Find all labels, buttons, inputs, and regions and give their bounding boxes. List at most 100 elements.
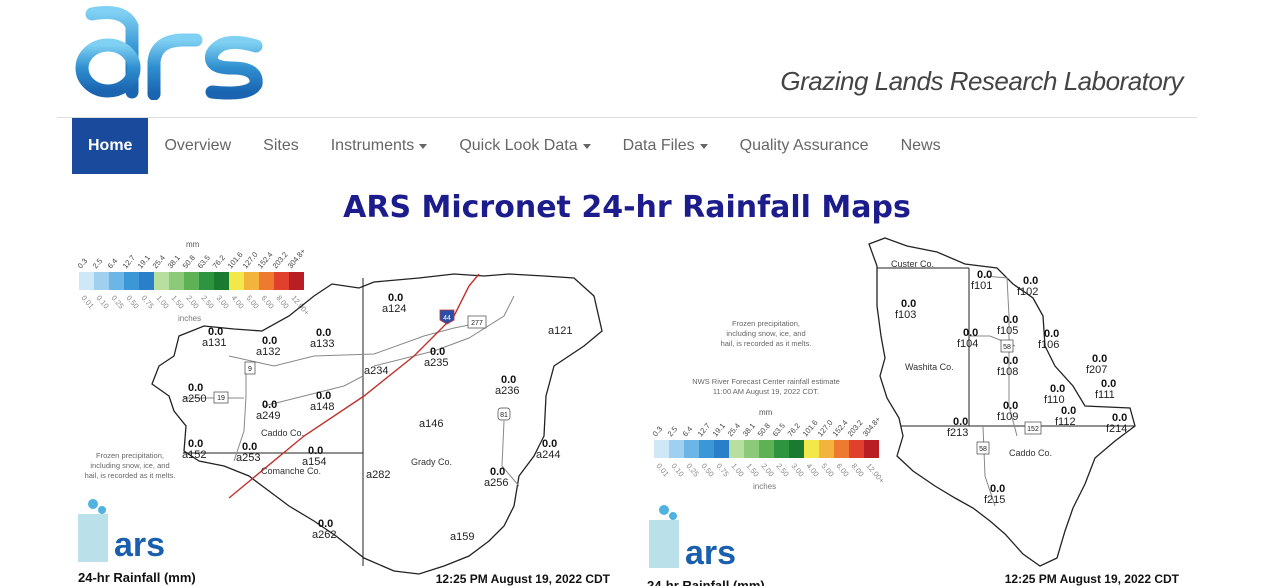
nav-overview[interactable]: Overview <box>148 118 247 174</box>
legend-mm-tick: 127.0 <box>816 418 835 438</box>
nav-data-files-dropdown[interactable]: Data Files <box>607 118 724 174</box>
lab-title: Grazing Lands Research Laboratory <box>780 66 1183 96</box>
legend-unit-inches: inches <box>178 314 201 323</box>
frozen-note-line: hail, is recorded as it melts. <box>721 339 812 348</box>
county-label: Caddo Co. <box>261 428 304 438</box>
station-id: f108 <box>997 366 1018 378</box>
nav-home[interactable]: Home <box>72 118 149 174</box>
station-id: a131 <box>202 337 226 349</box>
legend-swatch <box>834 440 849 458</box>
legend-inch-tick: 8.00 <box>274 294 290 311</box>
map-timestamp: 12:25 PM August 19, 2022 CDT <box>1005 572 1180 586</box>
legend-mm-tick: 203.2 <box>846 418 865 438</box>
legend-mm-tick: 38.1 <box>741 421 757 438</box>
legend-mm-tick: 76.2 <box>211 253 227 270</box>
nav-quality-assurance[interactable]: Quality Assurance <box>724 118 885 174</box>
station-id: a152 <box>182 449 206 461</box>
legend-inch-tick: 2.00 <box>184 294 200 311</box>
legend-swatch <box>819 440 834 458</box>
map-footer-title: 24-hr Rainfall (mm) <box>647 578 765 586</box>
legend-mm-tick: 304.8+ <box>286 246 308 270</box>
station-id: a253 <box>236 452 260 464</box>
legend-mm-tick: 127.0 <box>241 250 260 270</box>
legend-inch-tick: 0.01 <box>79 294 95 311</box>
legend-mm-tick: 38.1 <box>166 253 182 270</box>
legend-swatch <box>864 440 879 458</box>
legend-mm-tick: 63.5 <box>196 253 212 270</box>
legend-swatch <box>259 272 274 290</box>
legend-mm-tick: 76.2 <box>786 421 802 438</box>
watershed-boundary <box>868 237 1136 567</box>
legend-swatch <box>154 272 169 290</box>
station-id: f207 <box>1086 364 1107 376</box>
station-id: a132 <box>256 346 280 358</box>
ars-mini-logo: ars <box>78 499 165 564</box>
legend-swatch <box>654 440 669 458</box>
station-id: a250 <box>182 393 206 405</box>
map-footer-title: 24-hr Rainfall (mm) <box>78 570 196 585</box>
station-id: a154 <box>302 456 326 468</box>
legend-unit-mm: mm <box>759 408 773 417</box>
county-label: Grady Co. <box>411 457 452 467</box>
nav-news[interactable]: News <box>885 118 957 174</box>
legend-inch-tick: 0.25 <box>684 462 700 479</box>
station-id: a121 <box>548 325 572 337</box>
county-label: Washita Co. <box>905 362 954 372</box>
nav-sites-label: Sites <box>263 137 299 154</box>
station-id: f103 <box>895 309 916 321</box>
nws-note-line: NWS River Forecast Center rainfall estim… <box>692 377 840 386</box>
nav-quick-look-label: Quick Look Data <box>459 137 578 154</box>
legend-mm-tick: 25.4 <box>726 421 742 438</box>
legend-mm-tick: 50.8 <box>756 421 772 438</box>
legend-mm-tick: 6.4 <box>106 257 120 271</box>
frozen-note-line: Frozen precipitation, <box>732 319 800 328</box>
station-id: a236 <box>495 385 519 397</box>
legend-inch-tick: 8.00 <box>849 462 865 479</box>
svg-text:152: 152 <box>1027 426 1039 433</box>
highway-shield-277: 277 <box>467 315 487 329</box>
svg-text:58: 58 <box>1003 344 1011 351</box>
rainfall-map-right[interactable]: 58 152 58 Custer Co. Washita Co. Caddo C… <box>645 236 1185 586</box>
svg-text:81: 81 <box>500 412 508 419</box>
county-label: Caddo Co. <box>1009 448 1052 458</box>
legend-swatch <box>139 272 154 290</box>
legend-swatch <box>699 440 714 458</box>
legend-inch-tick: 2.00 <box>759 462 775 479</box>
legend-swatches <box>654 440 879 458</box>
legend-inch-tick: 12.00+ <box>864 462 886 486</box>
nav-instruments-dropdown[interactable]: Instruments <box>315 118 444 174</box>
frozen-note-line: Frozen precipitation, <box>96 451 164 460</box>
highway-shield-9: 9 <box>244 361 256 375</box>
station-id: a148 <box>310 401 334 413</box>
legend-mm-tick: 19.1 <box>711 421 727 438</box>
nav-quick-look-dropdown[interactable]: Quick Look Data <box>443 118 606 174</box>
legend-swatches <box>79 272 304 290</box>
ars-logo[interactable] <box>72 4 272 101</box>
legend-swatch <box>79 272 94 290</box>
highway-shield-58b: 58 <box>976 441 990 455</box>
legend-inch-tick: 2.50 <box>774 462 790 479</box>
legend-swatch <box>124 272 139 290</box>
station-id: a282 <box>366 469 390 481</box>
legend-inch-tick: 5.00 <box>819 462 835 479</box>
nav-sites[interactable]: Sites <box>247 118 315 174</box>
frozen-note-line: including snow, ice, and <box>90 461 169 470</box>
legend-swatch <box>789 440 804 458</box>
legend-inch-tick: 0.25 <box>109 294 125 311</box>
legend-mm-tick: 0.3 <box>76 257 90 271</box>
legend-mm-tick: 63.5 <box>771 421 787 438</box>
legend-swatch <box>214 272 229 290</box>
highway-shield-152: 152 <box>1024 421 1042 435</box>
legend-swatch <box>184 272 199 290</box>
caret-down-icon <box>582 143 591 149</box>
station-id: f101 <box>971 280 992 292</box>
rainfall-map-left[interactable]: mm 0.3 2.5 6.4 12.7 19.1 25.4 38.1 50.8 63.5 76.2… <box>74 236 614 586</box>
legend-swatch <box>289 272 304 290</box>
station-id: f105 <box>997 325 1018 337</box>
svg-text:ars: ars <box>685 534 736 572</box>
legend-swatch <box>744 440 759 458</box>
legend-mm-tick: 203.2 <box>271 250 290 270</box>
legend-inch-tick: 3.00 <box>789 462 805 479</box>
legend-inch-tick: 0.50 <box>124 294 140 311</box>
legend-inch-tick: 0.10 <box>94 294 110 311</box>
